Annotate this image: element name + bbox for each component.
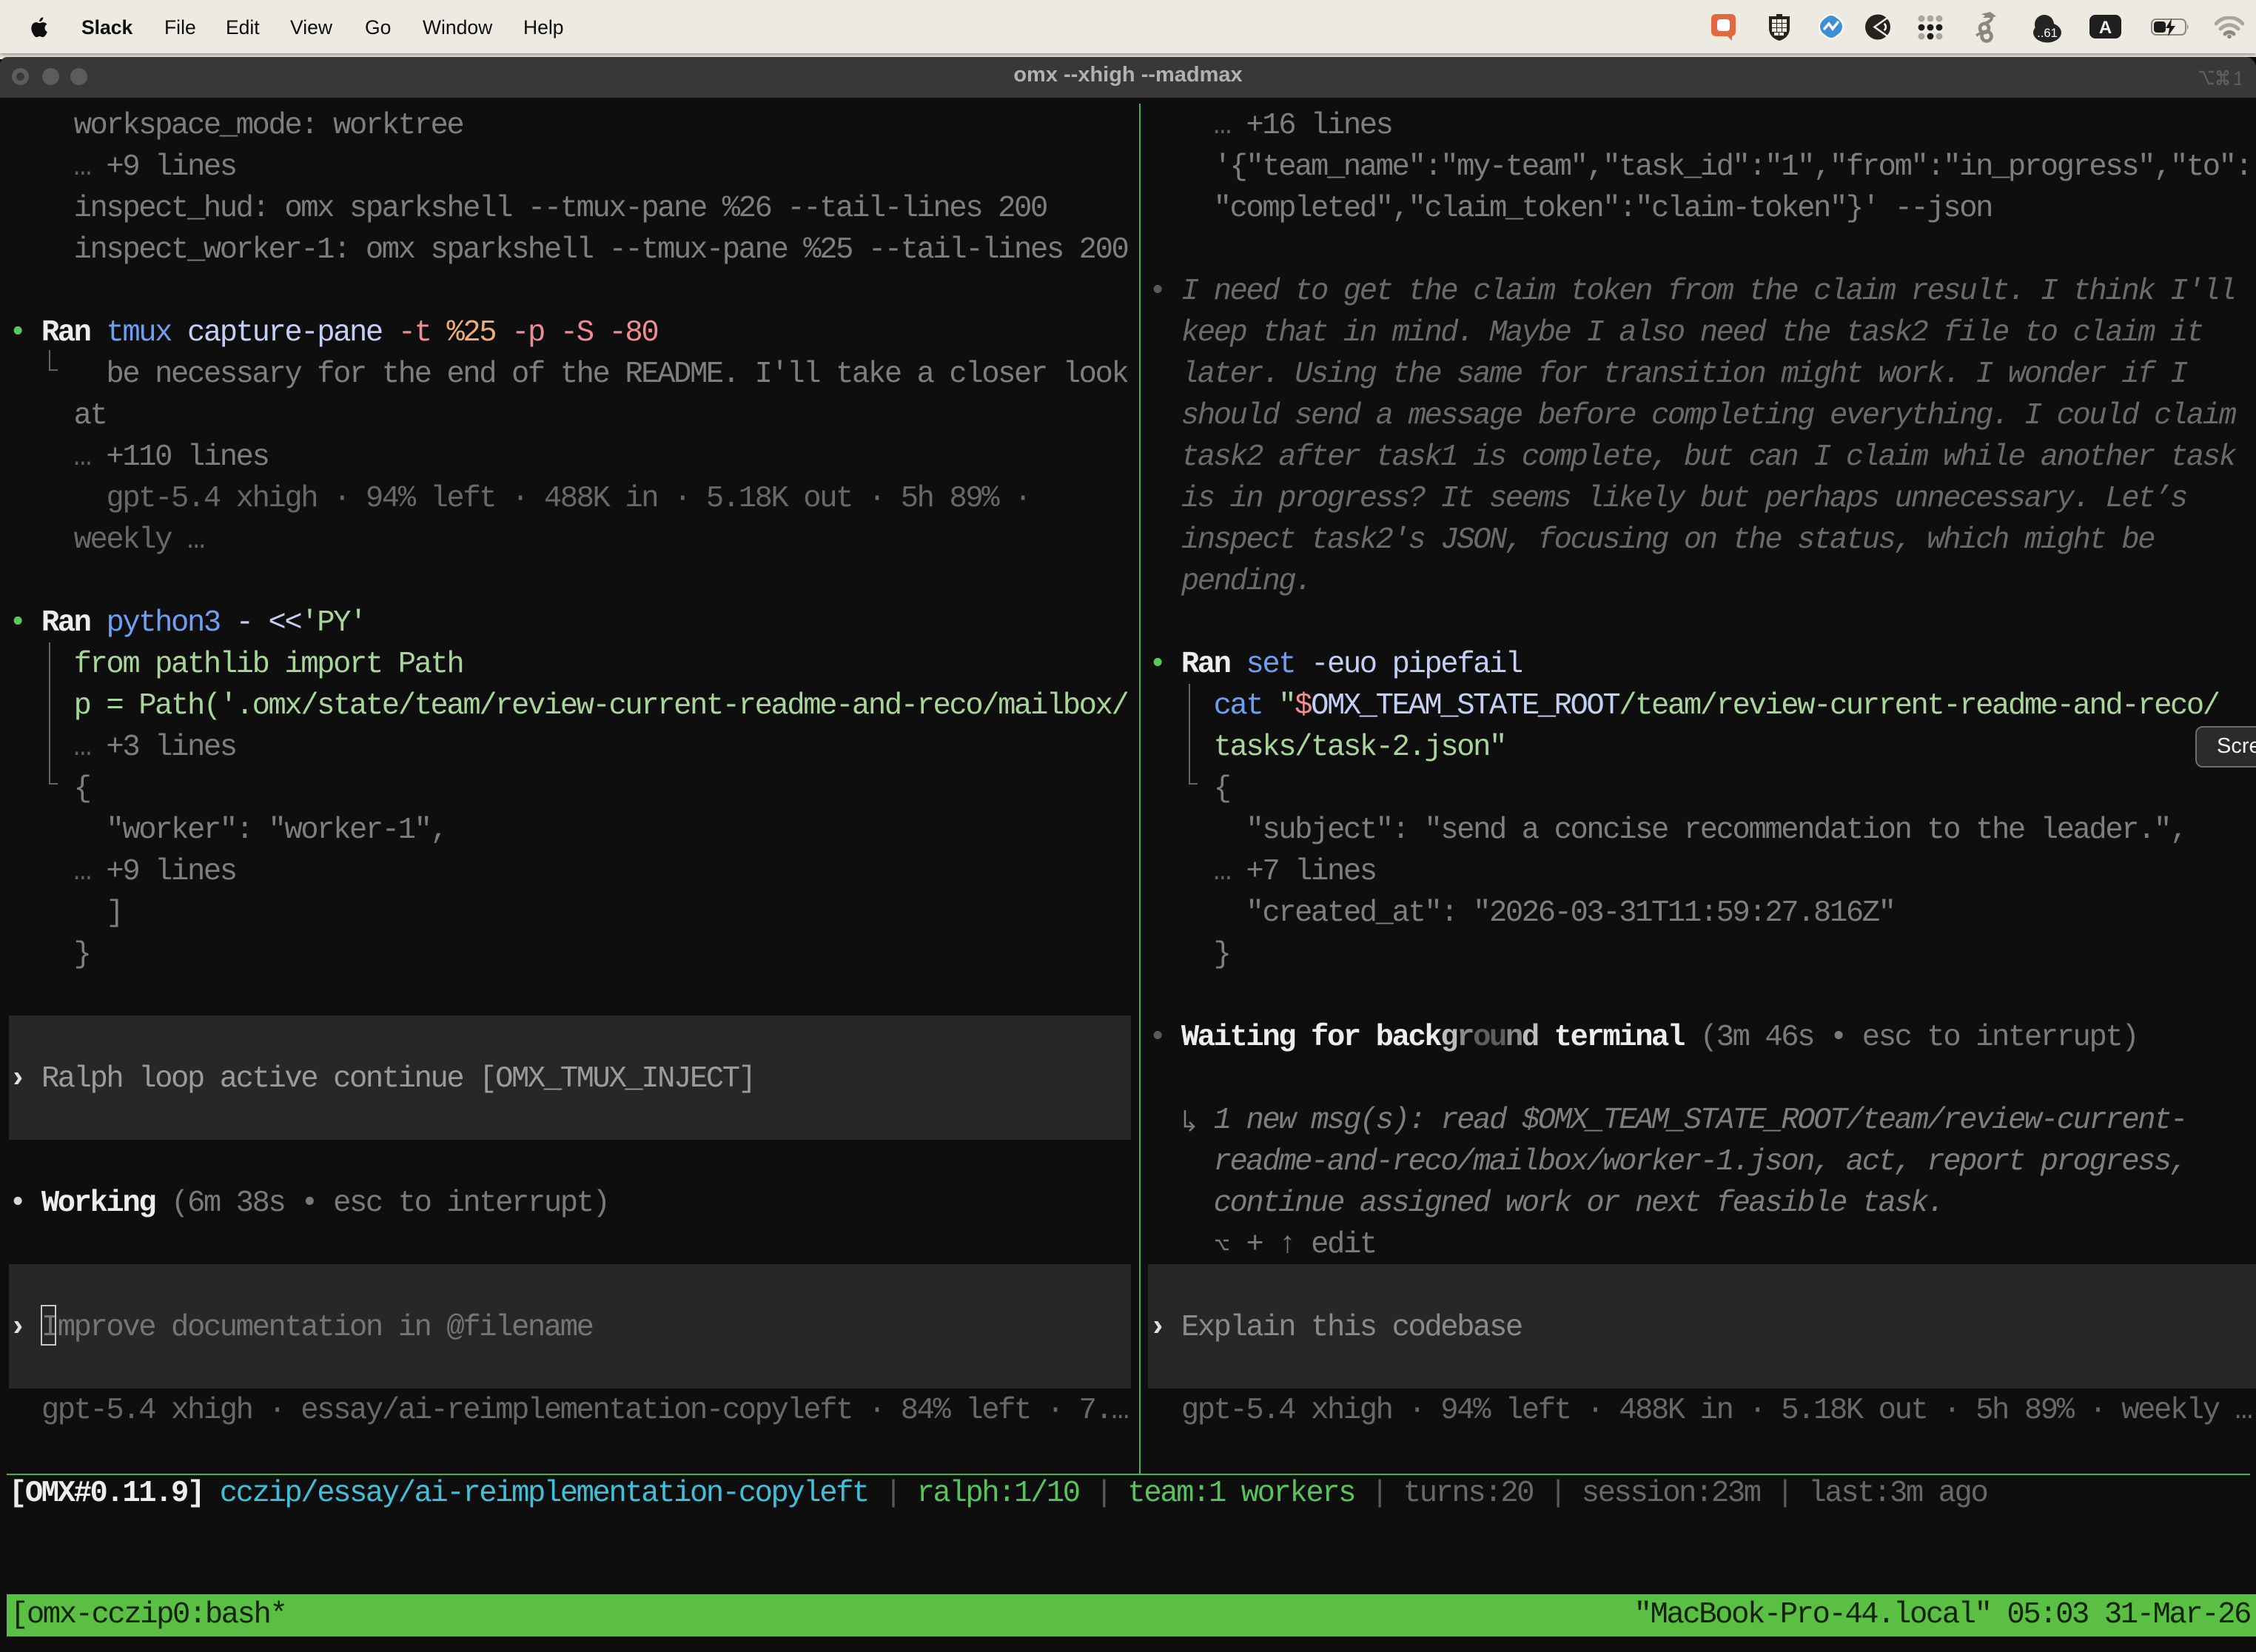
- svg-text:1: 1: [2233, 67, 2241, 90]
- svg-text:..61: ..61: [2037, 27, 2058, 40]
- svg-text:A: A: [2099, 18, 2112, 38]
